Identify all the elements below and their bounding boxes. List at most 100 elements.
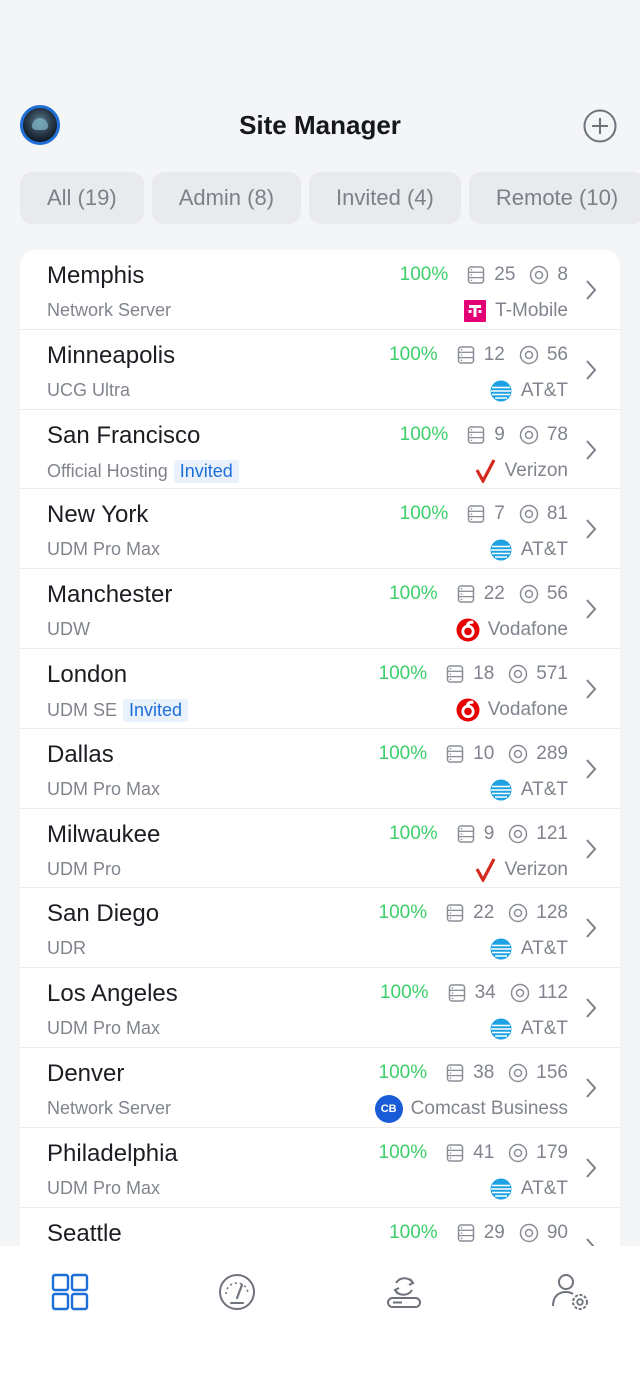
site-row[interactable]: Milwaukee UDM Pro 100% 9 121 Verizon [20,809,620,889]
tab-invited[interactable]: Invited (4) [309,172,461,224]
grid-icon[interactable] [48,1270,92,1314]
client-count: 56 [546,343,568,365]
site-device: Network Server [47,1098,171,1119]
uptime-percent: 100% [378,1061,428,1083]
chevron-right-icon [586,280,597,300]
chevron-right-icon [586,838,597,859]
tab-all[interactable]: All (19) [20,172,144,224]
isp-name: Vodafone [487,698,568,720]
uptime-percent: 100% [379,982,429,1004]
user-settings-icon[interactable] [549,1270,593,1314]
chevron-right-icon [586,1158,597,1178]
site-row[interactable]: Dallas UDM Pro Max 100% 10 289 AT&T [20,729,620,809]
sync-device-icon[interactable] [382,1270,426,1314]
site-name: San Francisco [47,421,201,449]
uptime-percent: 100% [378,742,428,764]
isp-name: Verizon [504,459,568,481]
client-icon [519,345,539,365]
gateway-model: Network Server [47,1097,172,1118]
chevron-right-icon [586,998,597,1018]
gateway-model: UCG Ultra [47,379,131,400]
device-icon [468,266,485,284]
site-device: UDM SE Invited [47,698,189,722]
isp-name: AT&T [520,938,568,960]
isp-info: T-Mobile [463,299,568,323]
client-icon [509,664,528,684]
isp-name: T-Mobile [495,300,568,321]
device-count: 41 [473,1141,495,1163]
isp-info: Vodafone [456,618,568,642]
site-row[interactable]: Memphis Network Server 100% 25 8 T-Mobile [20,250,620,330]
isp-name: AT&T [520,778,568,800]
site-name: Memphis [47,262,145,289]
site-stats: 100% 22 56 [389,582,568,606]
site-name: Seattle [47,1219,122,1247]
site-row[interactable]: Minneapolis UCG Ultra 100% 12 56 AT&T [20,330,620,410]
device-count: 12 [483,343,505,365]
device-icon [446,1064,464,1082]
client-count: 78 [546,423,568,445]
client-icon [509,1063,528,1083]
client-count: 112 [537,982,568,1004]
device-count: 10 [473,742,495,764]
site-stats: 100% 9 78 [400,423,568,447]
client-icon [519,425,539,444]
site-name: New York [47,501,149,529]
device-count: 29 [483,1221,505,1243]
att-logo-icon [490,779,512,801]
client-icon [510,983,529,1003]
isp-name: AT&T [520,1018,568,1040]
site-row[interactable]: San Diego UDR 100% 22 128 AT&T [20,888,620,969]
tab-admin[interactable]: Admin (8) [151,172,302,224]
client-count: 81 [546,503,568,525]
invited-badge: Invited [173,459,239,483]
isp-info: Vodafone [456,698,568,722]
isp-info: Verizon [473,857,568,882]
verizon-logo-icon [475,857,496,882]
att-logo-icon [490,1018,512,1040]
chevron-right-icon [586,918,597,939]
site-device: UDM Pro Max [47,779,160,800]
client-count: 56 [546,583,568,605]
chevron-right-icon [586,759,597,779]
tab-remote[interactable]: Remote (10) [468,172,640,224]
comcast-business-logo-icon: CB [374,1094,403,1123]
device-icon [457,585,474,603]
isp-name: AT&T [520,1177,568,1199]
speedometer-icon[interactable] [215,1270,259,1314]
site-list: Memphis Network Server 100% 25 8 T-Mobile Minn… [20,250,620,1260]
site-row[interactable]: Philadelphia UDM Pro Max 100% 41 179 AT&T [20,1128,620,1208]
isp-info: AT&T [489,379,568,403]
device-icon [468,425,485,444]
site-device: UDM Pro Max [47,1018,160,1039]
device-icon [446,745,464,763]
gateway-model: UDM Pro Max [47,1018,161,1039]
site-device: UDM Pro [47,859,121,880]
client-count: 121 [536,822,568,844]
site-stats: 100% 22 128 [379,901,568,925]
site-stats: 100% 34 112 [380,981,568,1005]
site-device: UDM Pro Max [47,539,160,560]
add-site-icon[interactable] [582,108,618,144]
site-row[interactable]: New York UDM Pro Max 100% 7 81 AT&T [20,489,620,570]
device-icon [446,904,464,923]
client-count: 571 [536,662,568,684]
site-row[interactable]: London UDM SE Invited 100% 18 571 Vodafone [20,649,620,729]
att-logo-icon [490,380,512,402]
isp-info: Verizon [473,458,568,483]
device-count: 22 [483,583,505,605]
uptime-percent: 100% [389,343,438,365]
page-title: Site Manager [239,110,401,140]
isp-info: AT&T [489,538,568,562]
site-stats: 100% 10 289 [379,742,568,766]
filter-tabs: All (19) Admin (8) Invited (4) Remote (10) [20,172,640,224]
site-row[interactable]: Los Angeles UDM Pro Max 100% 34 112 AT&T [20,968,620,1048]
site-row[interactable]: San Francisco Official Hosting Invited 100%… [20,410,620,490]
uptime-percent: 100% [399,503,449,525]
client-count: 289 [536,742,568,764]
chevron-right-icon [586,360,597,380]
site-name: Milwaukee [47,820,161,848]
site-row[interactable]: Manchester UDW 100% 22 56 Vodafone [20,569,620,649]
verizon-logo-icon [475,458,496,483]
site-row[interactable]: Denver Network Server 100% 38 156 CB Comcast B… [20,1048,620,1128]
